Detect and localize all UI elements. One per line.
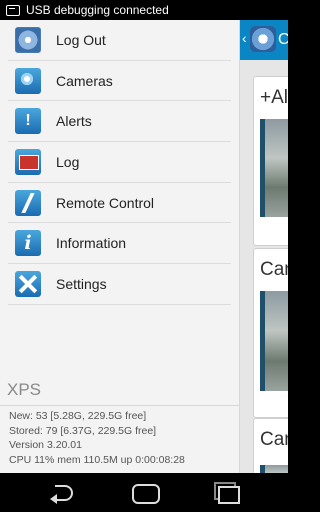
stats-new: New: 53 [5.28G, 229.5G free] (9, 410, 147, 422)
menu-item-label: Remote Control (56, 194, 155, 211)
drawer-indicator-icon: ‹ (242, 30, 247, 46)
home-icon[interactable] (129, 481, 160, 504)
lightning-icon (15, 189, 41, 216)
status-bar: USB debugging connected (0, 0, 288, 20)
action-bar[interactable]: ‹ C (240, 20, 288, 60)
server-name: XPS (7, 380, 42, 399)
menu-item-alerts[interactable]: Alerts (8, 101, 231, 143)
background-app: ‹ C +Al Can Can (240, 20, 288, 473)
tools-icon (15, 270, 41, 297)
menu-item-log-out[interactable]: Log Out (8, 20, 231, 61)
menu-item-settings[interactable]: Settings (8, 264, 231, 305)
camera-thumbnail (260, 119, 288, 217)
camera-thumbnail (260, 465, 288, 473)
camera-card[interactable]: Can (253, 248, 288, 418)
menu-item-label: Log Out (56, 31, 106, 48)
menu-item-label: Cameras (56, 72, 113, 89)
menu-item-remote-control[interactable]: Remote Control (8, 183, 231, 224)
menu-item-label: Alerts (56, 113, 92, 130)
menu-item-cameras[interactable]: Cameras (8, 61, 231, 102)
stats-stored: Stored: 79 [6.37G, 229.5G free] (9, 424, 157, 437)
back-icon[interactable] (49, 481, 79, 504)
logout-icon (15, 26, 41, 53)
camera-icon (15, 67, 41, 94)
action-bar-title: C (278, 31, 288, 48)
camera-thumbnail (260, 291, 288, 391)
camera-card-caption: Can (260, 429, 288, 450)
info-icon (15, 230, 41, 257)
menu-item-label: Settings (56, 275, 107, 292)
menu-item-label: Log (56, 153, 80, 170)
stats-cpu: CPU 11% mem 110.5M up 0:00:08:28 (9, 453, 185, 466)
navigation-bar (0, 473, 288, 512)
alert-icon (15, 108, 41, 135)
menu-item-log[interactable]: Log (8, 142, 231, 183)
menu-item-information[interactable]: Information (8, 223, 231, 265)
navigation-drawer: Log Out Cameras Alerts Log Remote Contro… (0, 20, 240, 473)
recent-apps-icon[interactable] (209, 481, 240, 504)
camera-card[interactable]: Can (253, 418, 288, 473)
status-text: USB debugging connected (26, 3, 169, 17)
server-stats: New: 53 [5.28G, 229.5G free] Stored: 79 … (0, 405, 240, 473)
app-icon (250, 26, 276, 52)
log-icon (15, 148, 41, 175)
stats-version: Version 3.20.01 (9, 439, 82, 451)
camera-card-caption: +Al (260, 87, 288, 108)
camera-card-caption: Can (260, 259, 288, 280)
menu-item-label: Information (56, 235, 127, 252)
usb-debug-icon (6, 4, 20, 16)
camera-card[interactable]: +Al (253, 76, 288, 246)
